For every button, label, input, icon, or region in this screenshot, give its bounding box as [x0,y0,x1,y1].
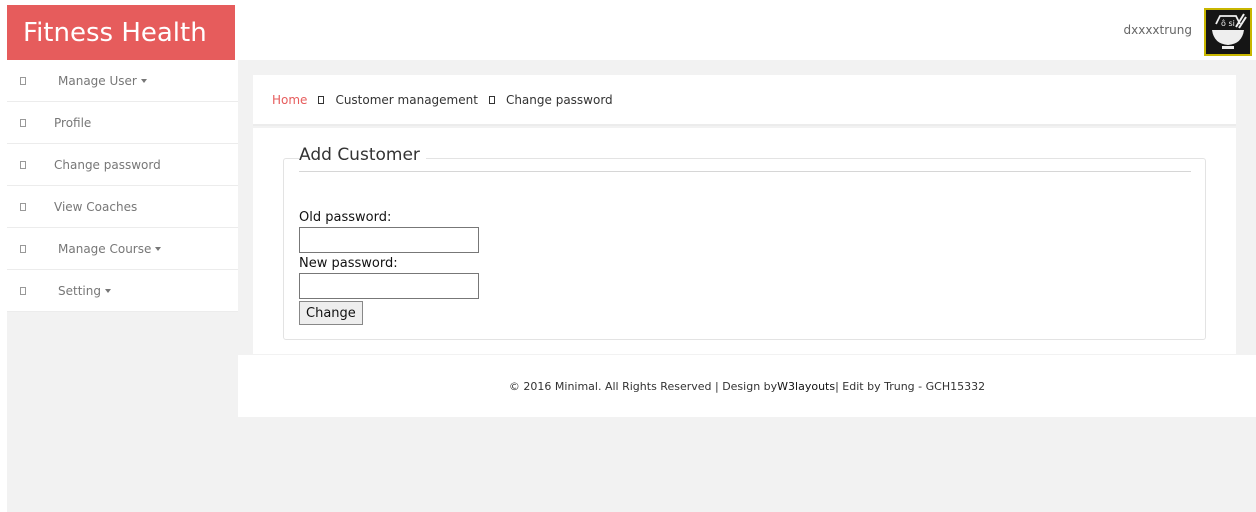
sidebar-item-manage-user[interactable]: Manage User [7,60,238,102]
breadcrumb-home-link[interactable]: Home [272,93,307,107]
new-password-input[interactable] [299,273,479,299]
avatar[interactable]: ô si [1204,8,1252,56]
footer-w3layouts-link[interactable]: W3layouts [777,380,835,393]
form-title: Add Customer [299,145,426,165]
footer: © 2016 Minimal. All Rights Reserved | De… [238,355,1256,417]
menu-icon [20,202,26,211]
sidebar: Manage User Profile Change password View… [7,60,238,312]
caret-down-icon [155,246,162,251]
form-title-divider [299,171,1191,172]
breadcrumb: Home Customer management Change password [253,75,1236,126]
new-password-label: New password: [299,256,398,271]
change-button[interactable]: Change [299,301,363,325]
footer-credit: | Edit by Trung - GCH15332 [835,379,986,393]
change-password-form: Add Customer Old password: New password:… [283,145,1206,340]
menu-icon [20,118,26,127]
sidebar-item-label: Change password [54,157,161,172]
menu-icon [20,244,26,253]
breadcrumb-separator-icon [488,95,495,104]
brand-logo[interactable]: Fitness Health [7,5,235,60]
sidebar-item-label: Setting [58,283,101,298]
sidebar-item-label: View Coaches [54,199,138,214]
bowl-logo-icon: ô si [1212,13,1247,49]
brand-title: Fitness Health [23,17,207,48]
menu-icon [20,286,26,295]
caret-down-icon [104,288,111,293]
sidebar-item-change-password[interactable]: Change password [7,144,238,186]
username[interactable]: dxxxxtrung [1124,23,1193,37]
old-password-label: Old password: [299,210,392,225]
content-panel: Add Customer Old password: New password:… [253,128,1236,354]
sidebar-item-label: Manage Course [58,241,152,256]
menu-icon [20,160,26,169]
footer-copyright: © 2016 Minimal. All Rights Reserved | De… [508,379,778,393]
breadcrumb-item-current: Change password [505,92,613,107]
sidebar-item-view-coaches[interactable]: View Coaches [7,186,238,228]
sidebar-item-setting[interactable]: Setting [7,270,238,312]
breadcrumb-separator-icon [318,95,325,104]
caret-down-icon [140,78,147,83]
menu-icon [20,76,26,85]
sidebar-item-label: Profile [54,115,92,130]
svg-text:ô si: ô si [1221,18,1235,28]
sidebar-item-manage-course[interactable]: Manage Course [7,228,238,270]
top-header: dxxxxtrung ô si [235,5,1256,60]
app-shell: Fitness Health dxxxxtrung ô si Manage Us… [7,5,1256,512]
sidebar-item-profile[interactable]: Profile [7,102,238,144]
breadcrumb-item-customer-management[interactable]: Customer management [335,93,478,107]
sidebar-item-label: Manage User [58,73,137,88]
old-password-input[interactable] [299,227,479,253]
